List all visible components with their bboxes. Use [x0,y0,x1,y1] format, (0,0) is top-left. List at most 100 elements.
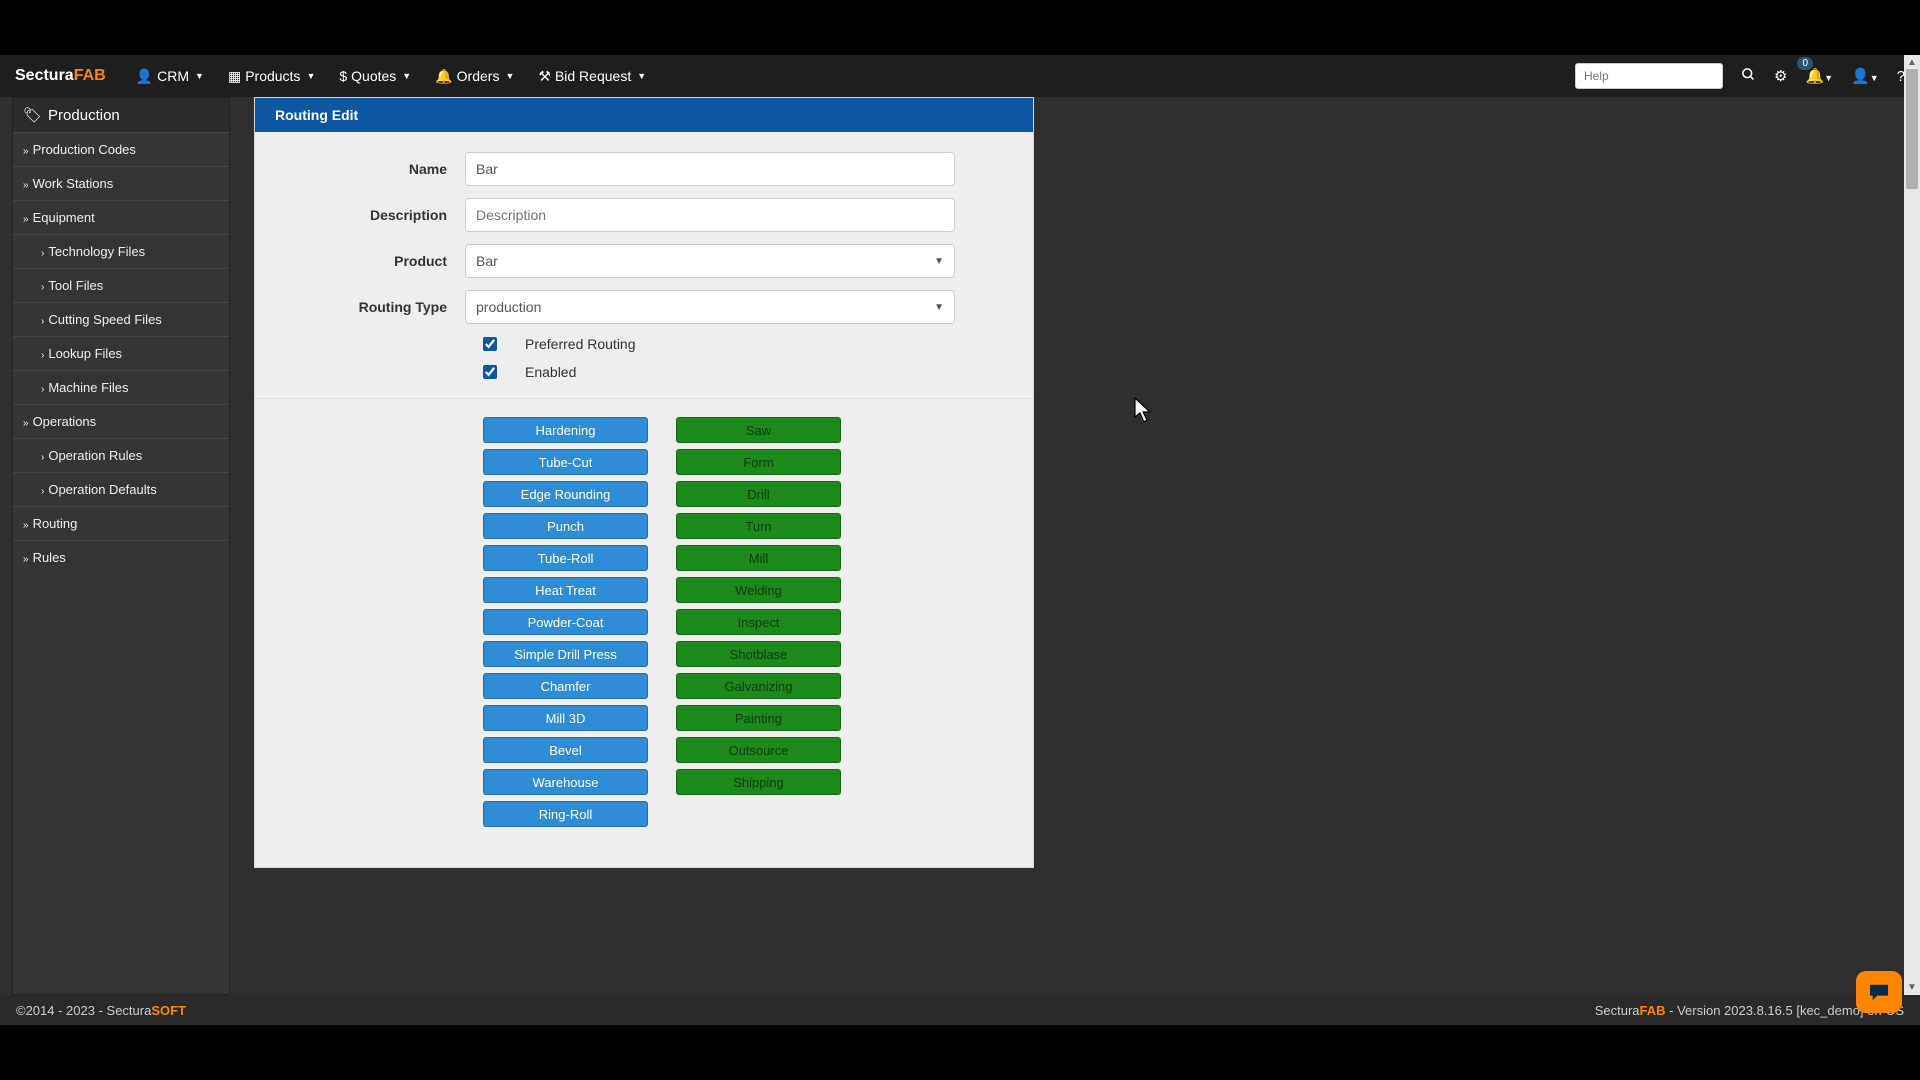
sidebar: 🏷 Production »Production Codes »Work Sta… [12,97,230,995]
footer-copyright: ©2014 - 2023 - SecturaSOFT [16,1003,186,1018]
chevron-down-icon: ▼ [505,71,514,81]
chevron-icon: › [41,282,44,293]
chevron-icon: › [41,316,44,327]
enabled-checkbox[interactable] [483,365,497,379]
chevron-icon: › [41,384,44,395]
sidebar-item-label: Work Stations [33,176,114,191]
product-select[interactable]: Bar ▼ [465,244,955,278]
available-op-button[interactable]: Mill 3D [483,705,648,731]
chevron-icon: › [41,350,44,361]
selected-op-button[interactable]: Form [676,449,841,475]
sidebar-item-routing[interactable]: » Routing [13,506,229,540]
chat-button[interactable] [1856,971,1902,1013]
sidebar-sub-label: Machine Files [48,380,128,395]
help-search-input[interactable] [1575,63,1723,89]
preferred-routing-checkbox[interactable] [483,337,497,351]
available-op-button[interactable]: Ring-Roll [483,801,648,827]
dollar-icon: $ [339,68,347,84]
sidebar-sub-cutting-speed-files[interactable]: ›Cutting Speed Files [13,302,229,336]
selected-op-button[interactable]: Mill [676,545,841,571]
routing-type-select[interactable]: production ▼ [465,290,955,324]
available-op-button[interactable]: Heat Treat [483,577,648,603]
available-op-button[interactable]: Warehouse [483,769,648,795]
selected-operations-column: Saw Form Drill Turn Mill Welding Inspect Shotbl… [676,417,841,827]
selected-op-button[interactable]: Welding [676,577,841,603]
routing-type-select-value: production [476,299,541,315]
available-op-button[interactable]: Edge Rounding [483,481,648,507]
chevron-down-icon: ▼ [934,302,944,313]
sidebar-item-production-codes[interactable]: »Production Codes [13,132,229,166]
scroll-up-icon[interactable]: ▲ [1907,57,1917,68]
sidebar-item-work-stations[interactable]: »Work Stations [13,166,229,200]
sidebar-item-rules[interactable]: »Rules [13,540,229,574]
selected-op-button[interactable]: Shotblase [676,641,841,667]
sidebar-sub-tool-files[interactable]: ›Tool Files [13,268,229,302]
footer: ©2014 - 2023 - SecturaSOFT SecturaFAB - … [0,995,1920,1025]
nav-crm[interactable]: 👤 CRM ▼ [124,55,216,97]
footer-brand-left: Sectura [1595,1003,1640,1018]
selected-op-button[interactable]: Painting [676,705,841,731]
selected-op-button[interactable]: Galvanizing [676,673,841,699]
user-menu[interactable]: 👤▼ [1851,67,1879,85]
search-icon[interactable] [1741,67,1756,86]
scroll-down-icon[interactable]: ▼ [1907,982,1917,993]
nav-products-label: Products [245,68,300,84]
chevron-down-icon: ▼ [934,256,944,267]
notification-badge: 0 [1797,57,1813,70]
chevron-down-icon: ▼ [637,71,646,81]
preferred-routing-label: Preferred Routing [525,336,636,352]
product-select-value: Bar [476,253,498,269]
chevron-icon: › [41,248,44,259]
gavel-icon: ⚒ [538,68,551,85]
available-op-button[interactable]: Powder-Coat [483,609,648,635]
routing-type-label: Routing Type [285,299,465,315]
mouse-cursor [1134,397,1154,428]
selected-op-button[interactable]: Outsource [676,737,841,763]
selected-op-button[interactable]: Drill [676,481,841,507]
selected-op-button[interactable]: Inspect [676,609,841,635]
selected-op-button[interactable]: Shipping [676,769,841,795]
selected-op-button[interactable]: Turn [676,513,841,539]
sidebar-sub-lookup-files[interactable]: › Lookup Files [13,336,229,370]
sidebar-sub-technology-files[interactable]: › Technology Files [13,234,229,268]
sidebar-item-equipment[interactable]: »Equipment [13,200,229,234]
sidebar-item-label: Routing [33,516,78,531]
chevron-icon: › [41,452,44,463]
chevron-icon: » [23,554,29,565]
nav-products[interactable]: ▦ Products ▼ [216,55,327,97]
notifications-icon[interactable]: 0 🔔▼ [1805,67,1833,85]
sidebar-sub-label: Lookup Files [48,346,122,361]
sidebar-sub-machine-files[interactable]: › Machine Files [13,370,229,404]
chevron-icon: » [23,520,29,531]
available-op-button[interactable]: Tube-Roll [483,545,648,571]
description-label: Description [285,207,465,223]
sidebar-sub-operation-rules[interactable]: ›Operation Rules [13,438,229,472]
nav-orders[interactable]: 🔔 Orders ▼ [423,55,526,97]
brand-left: Sectura [15,67,74,84]
user-icon: 👤 [136,68,153,85]
scrollbar-thumb[interactable] [1906,69,1918,189]
chevron-icon: » [23,214,29,225]
available-op-button[interactable]: Tube-Cut [483,449,648,475]
available-op-button[interactable]: Simple Drill Press [483,641,648,667]
routing-edit-panel: Routing Edit Name Description Product Ba… [254,97,1034,868]
available-op-button[interactable]: Punch [483,513,648,539]
nav-crm-label: CRM [157,68,189,84]
sidebar-item-operations[interactable]: »Operations [13,404,229,438]
description-input[interactable] [465,198,955,232]
sidebar-sub-label: Technology Files [48,244,145,259]
name-input[interactable] [465,152,955,186]
available-op-button[interactable]: Bevel [483,737,648,763]
available-op-button[interactable]: Chamfer [483,673,648,699]
bell-icon: 🔔 [435,68,452,85]
nav-quotes-label: Quotes [351,68,396,84]
scrollbar[interactable]: ▲ ▼ [1904,55,1920,995]
nav-quotes[interactable]: $ Quotes ▼ [327,55,423,97]
selected-op-button[interactable]: Saw [676,417,841,443]
chevron-icon: » [23,418,29,429]
sidebar-sub-operation-defaults[interactable]: ›Operation Defaults [13,472,229,506]
nav-bid-request[interactable]: ⚒ Bid Request ▼ [526,55,658,97]
gear-icon[interactable]: ⚙ [1774,67,1787,85]
available-op-button[interactable]: Hardening [483,417,648,443]
navbar: SecturaFAB 👤 CRM ▼ ▦ Products ▼ $ Quotes… [0,55,1920,97]
